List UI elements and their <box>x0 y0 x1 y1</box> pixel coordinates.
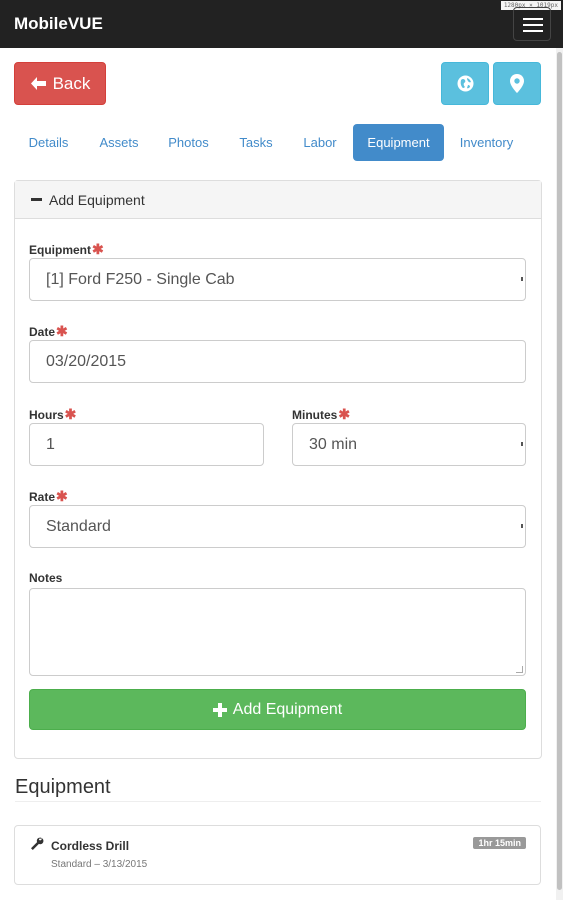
tab-equipment[interactable]: Equipment <box>353 124 444 161</box>
equipment-section-heading: Equipment <box>15 776 111 798</box>
tab-photos[interactable]: Photos <box>154 124 223 161</box>
date-input-value: 03/20/2015 <box>46 352 127 370</box>
plus-icon <box>212 702 227 717</box>
tab-assets[interactable]: Assets <box>86 124 152 161</box>
date-input[interactable]: 03/20/2015 <box>29 340 526 383</box>
list-item-name: Cordless Drill <box>51 839 130 853</box>
add-equipment-button-label: Add Equipment <box>232 700 343 718</box>
select-caret-icon <box>521 442 523 446</box>
rate-label: Rate✱ <box>29 488 68 504</box>
list-item[interactable]: Cordless Drill Standard – 3/13/2015 1hr … <box>14 825 541 885</box>
required-marker: ✱ <box>338 406 351 422</box>
hours-input[interactable]: 1 <box>29 423 264 466</box>
map-marker-icon <box>510 74 524 93</box>
rate-select[interactable]: Standard <box>29 505 526 548</box>
select-caret-icon <box>521 524 523 528</box>
minutes-select-value: 30 min <box>309 435 358 453</box>
top-navbar: MobileVUE 1280px × 1019px <box>0 0 563 48</box>
app-title[interactable]: MobileVUE <box>14 14 103 34</box>
notes-label: Notes <box>29 571 63 585</box>
back-button-label: Back <box>52 73 91 93</box>
equipment-label: Equipment✱ <box>29 241 104 257</box>
scrollbar-thumb[interactable] <box>557 52 562 890</box>
list-item-meta: Standard – 3/13/2015 <box>51 859 148 870</box>
tab-labor[interactable]: Labor <box>289 124 351 161</box>
date-label: Date✱ <box>29 323 68 339</box>
arrow-left-icon <box>30 77 46 90</box>
required-marker: ✱ <box>64 406 77 422</box>
required-marker: ✱ <box>56 488 68 504</box>
minus-icon <box>31 198 42 201</box>
hours-input-value: 1 <box>46 435 55 453</box>
equipment-select[interactable]: [1] Ford F250 - Single Cab <box>29 258 526 301</box>
hours-label: Hours✱ <box>29 406 77 422</box>
resize-handle-icon[interactable] <box>516 666 523 673</box>
duration-badge: 1hr 15min <box>473 837 526 849</box>
required-marker: ✱ <box>92 241 104 257</box>
panel-title: Add Equipment <box>49 191 145 208</box>
tab-inventory[interactable]: Inventory <box>448 124 525 161</box>
add-equipment-button[interactable]: Add Equipment <box>29 689 526 730</box>
tab-details[interactable]: Details <box>14 124 83 161</box>
rate-select-value: Standard <box>46 517 111 535</box>
section-divider <box>15 801 541 802</box>
equipment-select-value: [1] Ford F250 - Single Cab <box>46 270 235 288</box>
globe-button[interactable] <box>441 62 489 105</box>
minutes-label: Minutes✱ <box>292 406 351 422</box>
hamburger-menu-icon <box>523 18 543 20</box>
select-caret-icon <box>521 277 523 281</box>
hamburger-menu-button[interactable] <box>513 7 551 41</box>
back-button[interactable]: Back <box>14 62 106 105</box>
globe-icon <box>457 75 473 92</box>
panel-header-toggle[interactable]: Add Equipment <box>15 181 541 219</box>
tab-tasks[interactable]: Tasks <box>226 124 286 161</box>
wrench-icon <box>31 837 44 850</box>
map-marker-button[interactable] <box>493 62 541 105</box>
required-marker: ✱ <box>56 323 68 339</box>
notes-textarea[interactable] <box>29 588 526 676</box>
minutes-select[interactable]: 30 min <box>292 423 526 466</box>
